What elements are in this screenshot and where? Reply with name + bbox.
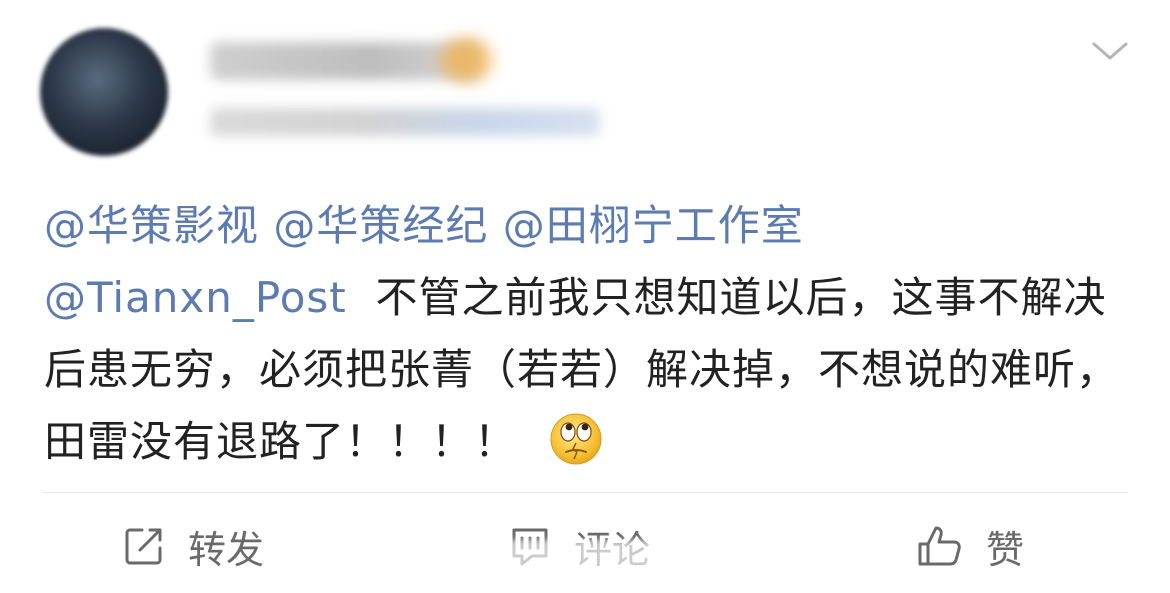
like-icon [918, 526, 961, 566]
user-badge-blurred [440, 38, 492, 82]
post-meta-blurred [210, 108, 600, 136]
post-content: @华策影视 @华策经纪 @田栩宁工作室 @Tianxn_Post 不管之前我只想… [44, 190, 1124, 478]
mention-link[interactable]: @华策经纪 [273, 201, 488, 250]
mention-link[interactable]: @华策影视 [44, 201, 259, 250]
mention-link[interactable]: @Tianxn_Post [44, 273, 347, 322]
avatar[interactable] [40, 28, 168, 156]
mention-link[interactable]: @田栩宁工作室 [503, 201, 804, 250]
repost-button[interactable]: 转发 [122, 510, 264, 582]
like-button[interactable]: 赞 [916, 510, 1024, 582]
repost-label: 转发 [188, 527, 265, 572]
like-label: 赞 [986, 527, 1025, 572]
watermark-overlay [440, 540, 720, 582]
rolling-eyes-emoji [550, 413, 602, 464]
repost-icon [125, 528, 162, 565]
chevron-down-icon[interactable] [1090, 36, 1130, 66]
divider [42, 492, 1128, 493]
